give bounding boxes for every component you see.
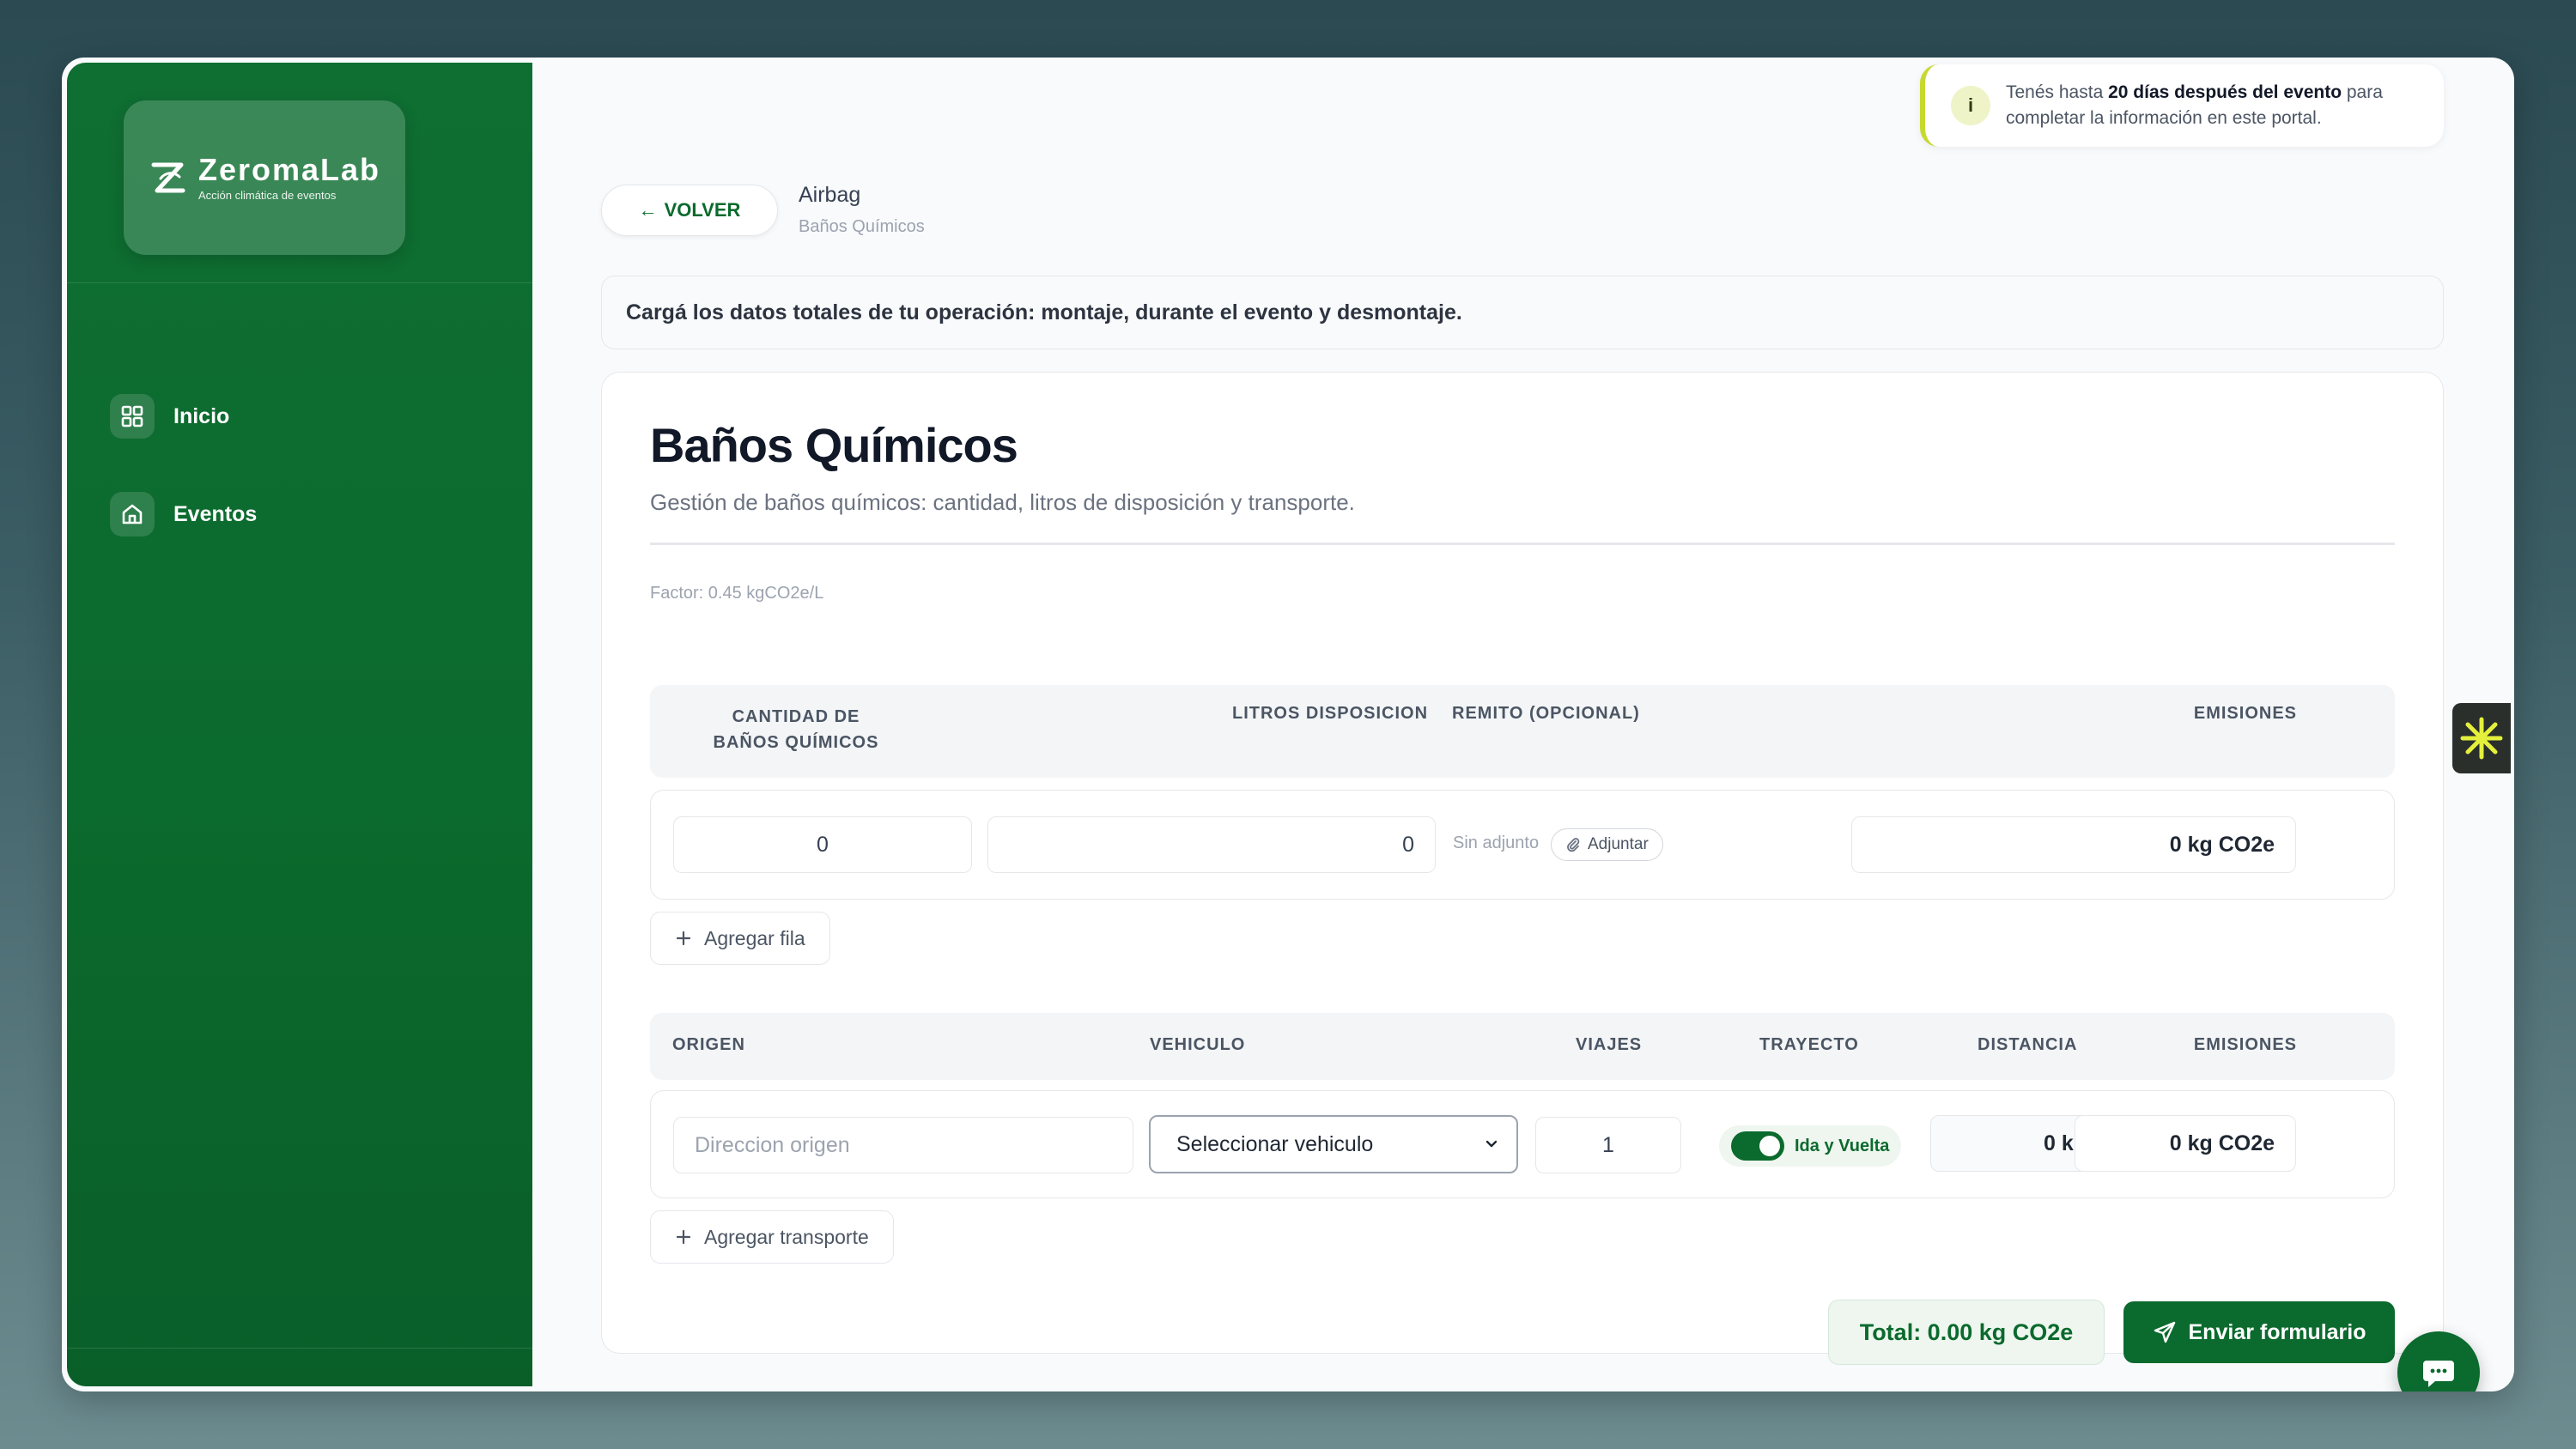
col-viajes: Viajes: [1576, 1035, 1643, 1054]
asterisk-icon: [2460, 717, 2503, 760]
col-remito: Remito (opcional): [1452, 704, 1640, 723]
submit-button-label: Enviar formulario: [2188, 1319, 2366, 1344]
col-cantidad: Cantidad de baños químicos: [713, 707, 879, 752]
attach-button-label: Adjuntar: [1588, 835, 1649, 853]
add-row-label: Agregar fila: [704, 926, 805, 949]
main-content: i Tenés hasta 20 días después del evento…: [532, 58, 2514, 1391]
deadline-info-banner: i Tenés hasta 20 días después del evento…: [1920, 64, 2444, 147]
attach-button[interactable]: Adjuntar: [1551, 828, 1663, 861]
app-window: ZeromaLab Acción climática de eventos In…: [62, 58, 2514, 1391]
add-transport-label: Agregar transporte: [704, 1225, 869, 1248]
paperclip-icon: [1567, 838, 1580, 852]
send-icon: [2154, 1321, 2175, 1343]
sidebar-item-inicio[interactable]: Inicio: [110, 394, 229, 439]
back-button[interactable]: ← VOLVER: [601, 185, 778, 236]
col-vehiculo: Vehiculo: [1150, 1035, 1246, 1054]
brand-name: ZeromaLab: [197, 151, 381, 187]
col-trayecto: Trayecto: [1759, 1035, 1859, 1054]
chevron-down-icon: [1485, 1140, 1498, 1148]
total-emissions: Total: 0.00 kg CO2e: [1828, 1300, 2105, 1365]
origin-address-input[interactable]: Direccion origen: [673, 1117, 1133, 1173]
transport-emisiones-output: 0 kg CO2e: [2075, 1115, 2296, 1172]
col-emisiones: Emisiones: [2193, 704, 2297, 723]
col-origen: Origen: [672, 1035, 745, 1054]
toilets-table-header: Cantidad de baños químicos Litros dispos…: [650, 685, 2395, 778]
round-trip-label: Ida y Vuelta: [1795, 1136, 1890, 1155]
zeromalab-logo-icon: [151, 162, 185, 193]
home-icon: [110, 492, 155, 537]
cantidad-input[interactable]: 0: [673, 816, 972, 873]
info-icon: i: [1951, 86, 1990, 125]
vehicle-select-value: Seleccionar vehiculo: [1176, 1131, 1374, 1156]
add-transport-button[interactable]: Agregar transporte: [650, 1210, 894, 1264]
transport-table-header: Origen Vehiculo Viajes Trayecto Distanci…: [650, 1013, 2395, 1080]
col-emisiones: Emisiones: [2193, 1035, 2297, 1054]
add-row-button[interactable]: Agregar fila: [650, 912, 830, 965]
chat-bubble-icon: [2423, 1361, 2454, 1387]
toggle-switch[interactable]: [1731, 1131, 1784, 1161]
event-title: Airbag: [799, 183, 861, 207]
round-trip-toggle[interactable]: Ida y Vuelta: [1719, 1125, 1902, 1167]
col-distancia: Distancia: [1978, 1035, 2078, 1054]
table-row: Direccion origen Seleccionar vehiculo 1 …: [650, 1090, 2395, 1198]
sidebar: ZeromaLab Acción climática de eventos In…: [67, 63, 532, 1386]
form-description: Gestión de baños químicos: cantidad, lit…: [650, 489, 1355, 515]
sidebar-item-label: Eventos: [173, 501, 258, 526]
sidebar-divider: [67, 282, 532, 283]
table-row: 0 0 Sin adjunto Adjuntar 0 kg CO2e: [650, 790, 2395, 900]
sidebar-item-eventos[interactable]: Eventos: [110, 492, 257, 537]
submit-form-button[interactable]: Enviar formulario: [2123, 1301, 2395, 1363]
form-card: Baños Químicos Gestión de baños químicos…: [601, 372, 2444, 1365]
attachment-status: Sin adjunto: [1453, 834, 1540, 852]
logo[interactable]: ZeromaLab Acción climática de eventos: [124, 100, 405, 255]
form-divider: [650, 543, 2395, 545]
plus-icon: [676, 931, 691, 946]
form-title: Baños Químicos: [650, 418, 1018, 472]
grid-icon: [110, 394, 155, 439]
vehicle-select[interactable]: Seleccionar vehiculo: [1149, 1115, 1518, 1173]
arrow-left-icon: ←: [638, 199, 658, 221]
info-text: Tenés hasta 20 días después del evento p…: [2006, 82, 2383, 128]
feedback-widget[interactable]: [2452, 703, 2511, 773]
brand-tagline: Acción climática de eventos: [197, 188, 337, 202]
event-subtitle: Baños Químicos: [799, 217, 925, 236]
plus-icon: [676, 1229, 691, 1245]
sidebar-item-label: Inicio: [173, 403, 230, 428]
sidebar-footer-divider: [67, 1348, 532, 1349]
litros-input[interactable]: 0: [987, 816, 1436, 873]
emisiones-output: 0 kg CO2e: [1851, 816, 2296, 873]
col-litros: Litros disposicion: [1232, 704, 1429, 723]
back-button-label: VOLVER: [664, 199, 741, 221]
trips-input[interactable]: 1: [1535, 1117, 1681, 1173]
emission-factor: Factor: 0.45 kgCO2e/L: [650, 584, 824, 603]
operation-notice: Cargá los datos totales de tu operación:…: [601, 276, 2444, 349]
